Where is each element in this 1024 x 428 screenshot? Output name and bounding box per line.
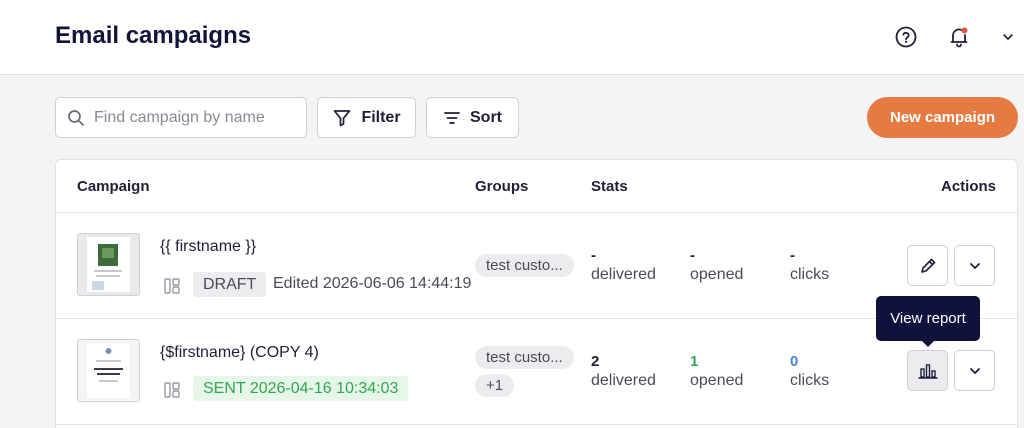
chevron-down-icon: [1003, 34, 1013, 40]
chevron-down-icon: [969, 367, 980, 374]
campaign-name[interactable]: {{ firstname }}: [160, 238, 256, 256]
bell-icon: [950, 27, 968, 48]
row-divider: [56, 212, 1017, 213]
bar-chart-icon: [917, 363, 938, 379]
status-badge: SENT 2026-04-16 10:34:03: [193, 376, 409, 401]
filter-icon: [334, 109, 351, 126]
row-more-actions-button[interactable]: [954, 245, 995, 286]
delivered-value: -: [591, 247, 596, 264]
clicks-value: 0: [790, 353, 799, 370]
view-report-button[interactable]: [907, 350, 948, 391]
delivered-label: delivered: [591, 372, 656, 389]
clicks-label: clicks: [790, 266, 830, 283]
search-input[interactable]: [94, 98, 299, 137]
row-more-actions-button[interactable]: [954, 350, 995, 391]
tooltip-arrow: [921, 340, 935, 347]
column-header-campaign: Campaign: [77, 178, 150, 195]
campaign-search: [55, 97, 307, 138]
opened-label: opened: [690, 266, 744, 283]
row-divider: [56, 424, 1017, 425]
edit-campaign-button[interactable]: [907, 245, 948, 286]
sort-label: Sort: [470, 108, 502, 126]
opened-value: -: [690, 247, 695, 264]
column-header-actions: Actions: [940, 178, 996, 195]
view-report-tooltip: View report: [876, 296, 980, 341]
search-icon: [68, 110, 84, 126]
filter-label: Filter: [361, 108, 401, 126]
email-preview-image: [78, 340, 139, 401]
filter-button[interactable]: Filter: [317, 97, 416, 138]
sort-button[interactable]: Sort: [426, 97, 519, 138]
help-circle-icon: [895, 26, 917, 48]
new-campaign-button[interactable]: New campaign: [867, 97, 1018, 138]
group-chip-more[interactable]: +1: [475, 374, 515, 397]
status-badge: DRAFT: [193, 272, 267, 297]
delivered-value: 2: [591, 353, 600, 370]
top-header: Email campaigns: [0, 0, 1024, 75]
row-divider: [56, 318, 1017, 319]
campaign-thumbnail[interactable]: [77, 233, 140, 296]
sort-icon: [444, 111, 460, 124]
campaign-thumbnail[interactable]: [77, 339, 140, 402]
opened-value: 1: [690, 353, 699, 370]
notifications-button[interactable]: [946, 24, 972, 50]
edited-timestamp: Edited 2026-06-06 14:44:19: [273, 275, 472, 292]
campaigns-table: Campaign Groups Stats Actions {{ firstna…: [55, 159, 1018, 428]
column-header-stats: Stats: [591, 178, 628, 195]
template-layout-icon: [164, 382, 180, 398]
opened-label: opened: [690, 372, 744, 389]
clicks-value: -: [790, 247, 795, 264]
group-chip: test custo...: [475, 346, 574, 369]
account-menu-button[interactable]: [995, 24, 1021, 50]
page-title: Email campaigns: [55, 22, 252, 49]
delivered-label: delivered: [591, 266, 656, 283]
clicks-label: clicks: [790, 372, 830, 389]
group-chip: test custo...: [475, 254, 574, 277]
campaign-name[interactable]: {$firstname} (COPY 4): [160, 344, 319, 362]
email-preview-image: [78, 234, 139, 295]
template-layout-icon: [164, 278, 180, 294]
column-header-groups: Groups: [475, 178, 529, 195]
help-button[interactable]: [893, 24, 919, 50]
pencil-icon: [920, 258, 935, 273]
chevron-down-icon: [969, 262, 980, 269]
